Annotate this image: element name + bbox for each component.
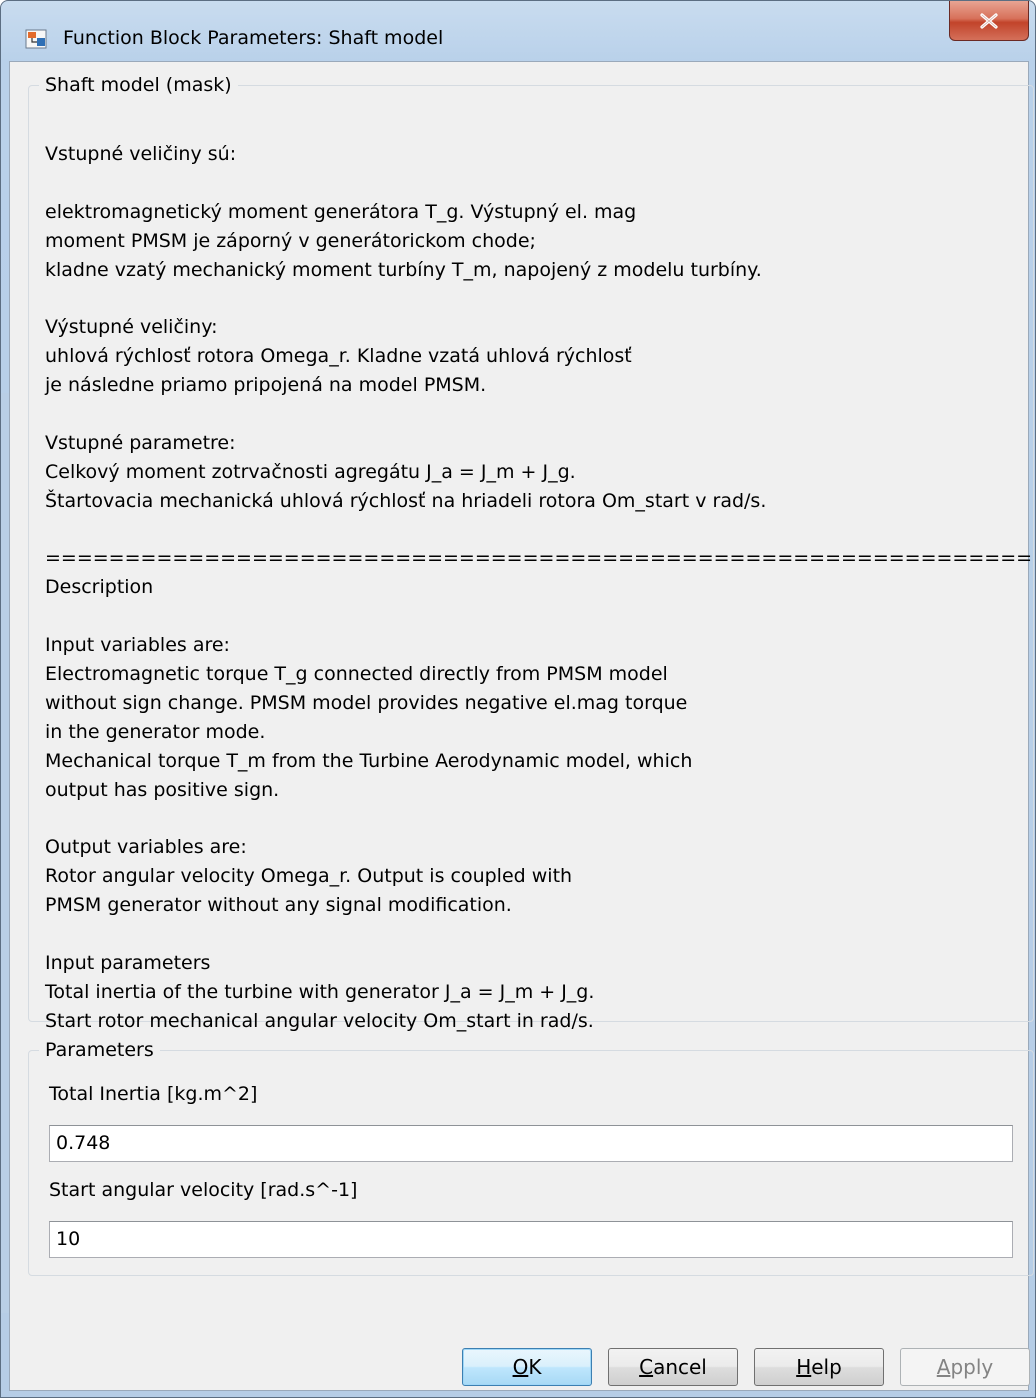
help-mnemonic: H — [796, 1355, 812, 1379]
description-line — [45, 400, 1020, 429]
description-line: je následne priamo pripojená na model PM… — [45, 374, 487, 397]
description-line: Mechanical torque T_m from the Turbine A… — [45, 749, 693, 772]
description-line: Output variables are: — [45, 836, 247, 859]
start-velocity-input[interactable]: 10 — [49, 1221, 1013, 1258]
description-line: Start rotor mechanical angular velocity … — [45, 1009, 594, 1032]
description-line: output has positive sign. — [45, 778, 280, 801]
description-line: Celkový moment zotrvačnosti agregátu J_a… — [45, 460, 576, 483]
description-line — [45, 284, 1020, 313]
help-button[interactable]: Help — [754, 1348, 884, 1386]
mask-description-text: Vstupné veličiny sú: elektromagnetický mo… — [45, 140, 1033, 1036]
description-line: uhlová rýchlosť rotora Omega_r. Kladne v… — [45, 345, 632, 368]
description-line — [45, 169, 1020, 198]
description-line — [45, 804, 1020, 833]
description-line: Input parameters — [45, 951, 211, 974]
cancel-button[interactable]: Cancel — [608, 1348, 738, 1386]
parameters-group: Parameters Total Inertia [kg.m^2] 0.748 … — [28, 1037, 1034, 1276]
window-title: Function Block Parameters: Shaft model — [63, 27, 444, 49]
description-line: elektromagnetický moment generátora T_g.… — [45, 200, 637, 223]
description-line: Electromagnetic torque T_g connected dir… — [45, 663, 668, 686]
description-line: Rotor angular velocity Omega_r. Output i… — [45, 865, 573, 888]
description-line: Total inertia of the turbine with genera… — [45, 980, 595, 1003]
dialog-content: Shaft model (mask) Vstupné veličiny sú: e… — [9, 61, 1034, 1391]
description-line — [45, 920, 1020, 949]
close-button[interactable] — [949, 1, 1029, 41]
ok-button[interactable]: OK — [462, 1348, 592, 1386]
description-line: kladne vzatý mechanický moment turbíny T… — [45, 258, 762, 281]
apply-label-rest: pply — [950, 1355, 994, 1379]
apply-button[interactable]: Apply — [900, 1348, 1030, 1386]
help-label-rest: elp — [811, 1355, 842, 1379]
description-line: Vstupné veličiny sú: — [45, 143, 237, 165]
description-line — [45, 602, 1020, 631]
cancel-label-rest: ancel — [653, 1355, 707, 1379]
start-velocity-label: Start angular velocity [rad.s^-1] — [49, 1179, 358, 1201]
description-line: without sign change. PMSM model provides… — [45, 691, 688, 714]
simulink-block-icon — [25, 29, 47, 49]
total-inertia-input[interactable]: 0.748 — [49, 1125, 1013, 1162]
parameters-group-legend: Parameters — [39, 1037, 160, 1063]
description-line — [45, 516, 1020, 545]
description-line: PMSM generator without any signal modifi… — [45, 894, 512, 917]
description-line: Vstupné parametre: — [45, 431, 236, 454]
ok-mnemonic: O — [512, 1355, 529, 1379]
ok-label-rest: K — [528, 1355, 542, 1379]
description-line: ========================================… — [45, 547, 1033, 570]
description-group-legend: Shaft model (mask) — [39, 72, 238, 98]
description-line: Štartovacia mechanická uhlová rýchlosť n… — [45, 489, 767, 512]
description-line: moment PMSM je záporný v generátorickom … — [45, 229, 536, 252]
total-inertia-label: Total Inertia [kg.m^2] — [49, 1083, 258, 1105]
description-group: Shaft model (mask) Vstupné veličiny sú: e… — [28, 72, 1034, 1032]
close-icon — [978, 12, 1000, 30]
description-line: in the generator mode. — [45, 720, 266, 743]
description-line: Input variables are: — [45, 634, 230, 657]
description-line: Výstupné veličiny: — [45, 316, 218, 339]
apply-mnemonic: A — [936, 1355, 951, 1379]
cancel-mnemonic: C — [639, 1355, 654, 1379]
dialog-window: Function Block Parameters: Shaft model S… — [0, 0, 1036, 1398]
title-bar[interactable]: Function Block Parameters: Shaft model — [1, 1, 1035, 61]
description-line: Description — [45, 576, 154, 599]
